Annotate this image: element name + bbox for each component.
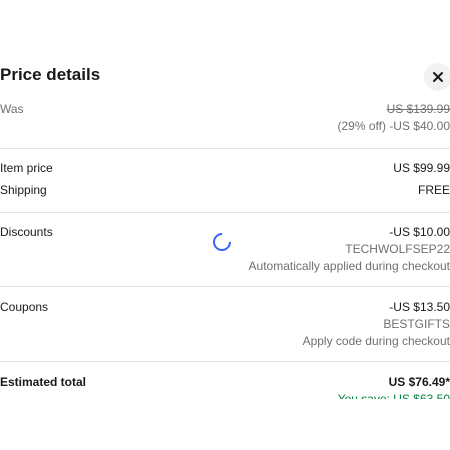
shipping-row: Shipping FREE [0, 180, 450, 200]
divider [0, 212, 450, 213]
item-price-label: Item price [0, 161, 53, 175]
close-icon [433, 72, 443, 82]
discount-note-row: (29% off) -US $40.00 [0, 116, 450, 136]
was-section: Was US $139.99 (29% off) -US $40.00 [0, 99, 450, 136]
item-price-row: Item price US $99.99 [0, 158, 450, 178]
coupon-note-row: Apply code during checkout [0, 331, 450, 351]
price-details-panel: Price details Was US $139.99 (29% off) -… [0, 0, 450, 450]
item-section: Item price US $99.99 Shipping FREE [0, 158, 450, 200]
coupons-section: Coupons -US $13.50 BESTGIFTS Apply code … [0, 297, 450, 351]
total-section: Estimated total US $76.49* You save: US … [0, 372, 450, 399]
discount-apply-note: Automatically applied during checkout [248, 259, 450, 273]
divider [0, 148, 450, 149]
shipping-label: Shipping [0, 183, 47, 197]
divider [0, 286, 450, 287]
page-title: Price details [0, 65, 101, 84]
discount-note: (29% off) -US $40.00 [337, 119, 450, 133]
item-price-value: US $99.99 [393, 161, 450, 175]
divider [0, 361, 450, 362]
savings-row: You save: US $63.50 [0, 389, 450, 399]
close-button[interactable] [424, 63, 450, 91]
discount-note-row: Automatically applied during checkout [0, 256, 450, 276]
savings-text: You save: US $63.50 [337, 392, 450, 399]
coupon-apply-note: Apply code during checkout [302, 334, 450, 348]
shipping-value: FREE [417, 183, 450, 197]
